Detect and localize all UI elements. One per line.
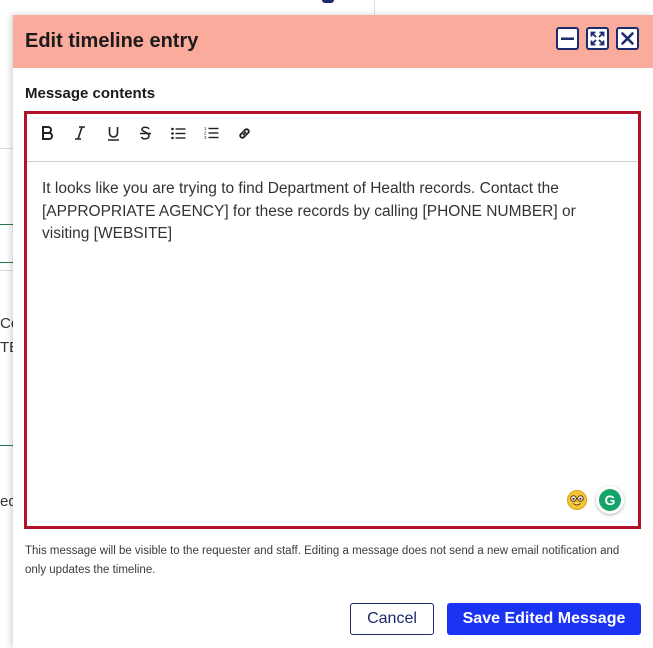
bullet-list-icon (170, 127, 186, 144)
minimize-button[interactable] (556, 27, 579, 50)
message-contents-label: Message contents (25, 85, 156, 102)
underline-button[interactable] (103, 125, 123, 145)
maximize-button[interactable] (586, 27, 609, 50)
background-divider (0, 270, 14, 271)
grammarly-icon[interactable]: G (596, 486, 624, 514)
underline-icon (107, 126, 120, 145)
visibility-notice: This message will be visible to the requ… (25, 545, 620, 576)
link-button[interactable] (234, 125, 254, 145)
svg-text:3: 3 (204, 135, 207, 140)
save-edited-message-button[interactable]: Save Edited Message (447, 603, 641, 635)
minimize-icon (560, 31, 575, 46)
edit-timeline-dialog: Edit timeline entry Message contents 1 2… (13, 15, 653, 648)
background-text-fragment: ed (0, 493, 14, 510)
background-divider (374, 0, 375, 14)
strikethrough-icon (139, 126, 152, 145)
background-divider (0, 445, 14, 446)
maximize-icon (590, 31, 605, 46)
italic-icon (74, 126, 86, 144)
background-divider (0, 148, 14, 149)
formatting-toolbar: 123 (27, 114, 638, 162)
message-text[interactable]: It looks like you are trying to find Dep… (42, 178, 602, 246)
nerd-emoji-icon[interactable] (567, 490, 587, 510)
background-text-fragment: Co (0, 315, 14, 332)
cancel-button[interactable]: Cancel (350, 603, 434, 635)
close-icon (620, 31, 635, 46)
close-button[interactable] (616, 27, 639, 50)
bullet-list-button[interactable] (168, 125, 188, 145)
strikethrough-button[interactable] (135, 125, 155, 145)
dialog-title: Edit timeline entry (25, 30, 199, 52)
numbered-list-button[interactable]: 123 (201, 125, 221, 145)
background-divider (0, 262, 14, 263)
message-editor[interactable]: 123 It looks like you are trying to find… (24, 111, 641, 529)
bold-icon (41, 126, 53, 144)
grammarly-badge: G (599, 489, 621, 511)
background-text-fragment: TE] (0, 339, 14, 356)
background-divider (0, 224, 14, 225)
background-logo-fragment (322, 0, 334, 3)
bold-button[interactable] (37, 125, 57, 145)
dialog-header: Edit timeline entry (13, 15, 653, 68)
link-icon (237, 126, 252, 145)
numbered-list-icon: 123 (204, 126, 219, 144)
italic-button[interactable] (70, 125, 90, 145)
